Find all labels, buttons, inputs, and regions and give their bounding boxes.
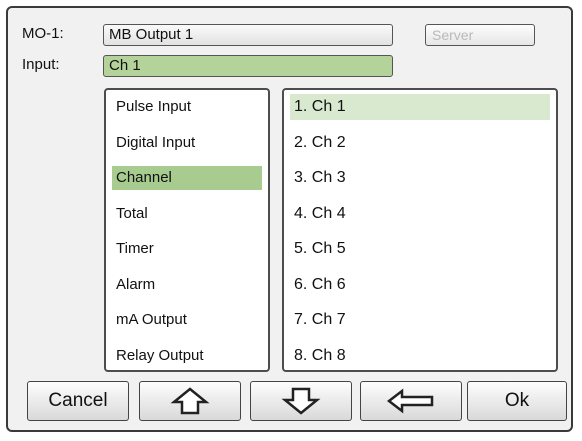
- move-down-button[interactable]: [250, 381, 352, 421]
- back-button[interactable]: [360, 381, 462, 421]
- mo-label: MO-1:: [22, 25, 64, 42]
- input-label: Input:: [22, 56, 60, 73]
- channel-item[interactable]: 4. Ch 4: [290, 201, 550, 227]
- down-arrow-icon: [281, 387, 321, 415]
- channel-item[interactable]: 1. Ch 1: [290, 94, 550, 120]
- channel-item[interactable]: 6. Ch 6: [290, 272, 550, 298]
- ok-button[interactable]: Ok: [467, 381, 567, 421]
- up-arrow-icon: [170, 387, 210, 415]
- source-type-item[interactable]: Channel: [112, 166, 262, 190]
- source-type-item[interactable]: Alarm: [112, 273, 262, 297]
- channel-item[interactable]: 3. Ch 3: [290, 165, 550, 191]
- source-type-item[interactable]: Total: [112, 202, 262, 226]
- source-type-item[interactable]: Digital Input: [112, 131, 262, 155]
- cancel-button[interactable]: Cancel: [27, 381, 129, 421]
- source-type-list[interactable]: Pulse Input Digital Input Channel Total Time…: [104, 88, 270, 372]
- channel-item[interactable]: 5. Ch 5: [290, 236, 550, 262]
- channel-item[interactable]: 2. Ch 2: [290, 130, 550, 156]
- mo-name-field[interactable]: MB Output 1: [103, 24, 393, 46]
- ok-button-label: Ok: [504, 390, 530, 411]
- channel-list[interactable]: 1. Ch 1 2. Ch 2 3. Ch 3 4. Ch 4 5. Ch 5 6. Ch…: [282, 88, 558, 372]
- move-up-button[interactable]: [139, 381, 241, 421]
- channel-item[interactable]: 7. Ch 7: [290, 307, 550, 333]
- input-field[interactable]: Ch 1: [103, 55, 393, 77]
- channel-item[interactable]: 8. Ch 8: [290, 343, 550, 369]
- source-type-item[interactable]: Relay Output: [112, 344, 262, 368]
- cancel-button-label: Cancel: [48, 390, 108, 411]
- source-type-item[interactable]: Timer: [112, 237, 262, 261]
- left-arrow-icon: [386, 388, 434, 414]
- source-type-item[interactable]: Pulse Input: [112, 95, 262, 119]
- source-type-item[interactable]: mA Output: [112, 308, 262, 332]
- server-button[interactable]: Server: [425, 24, 535, 46]
